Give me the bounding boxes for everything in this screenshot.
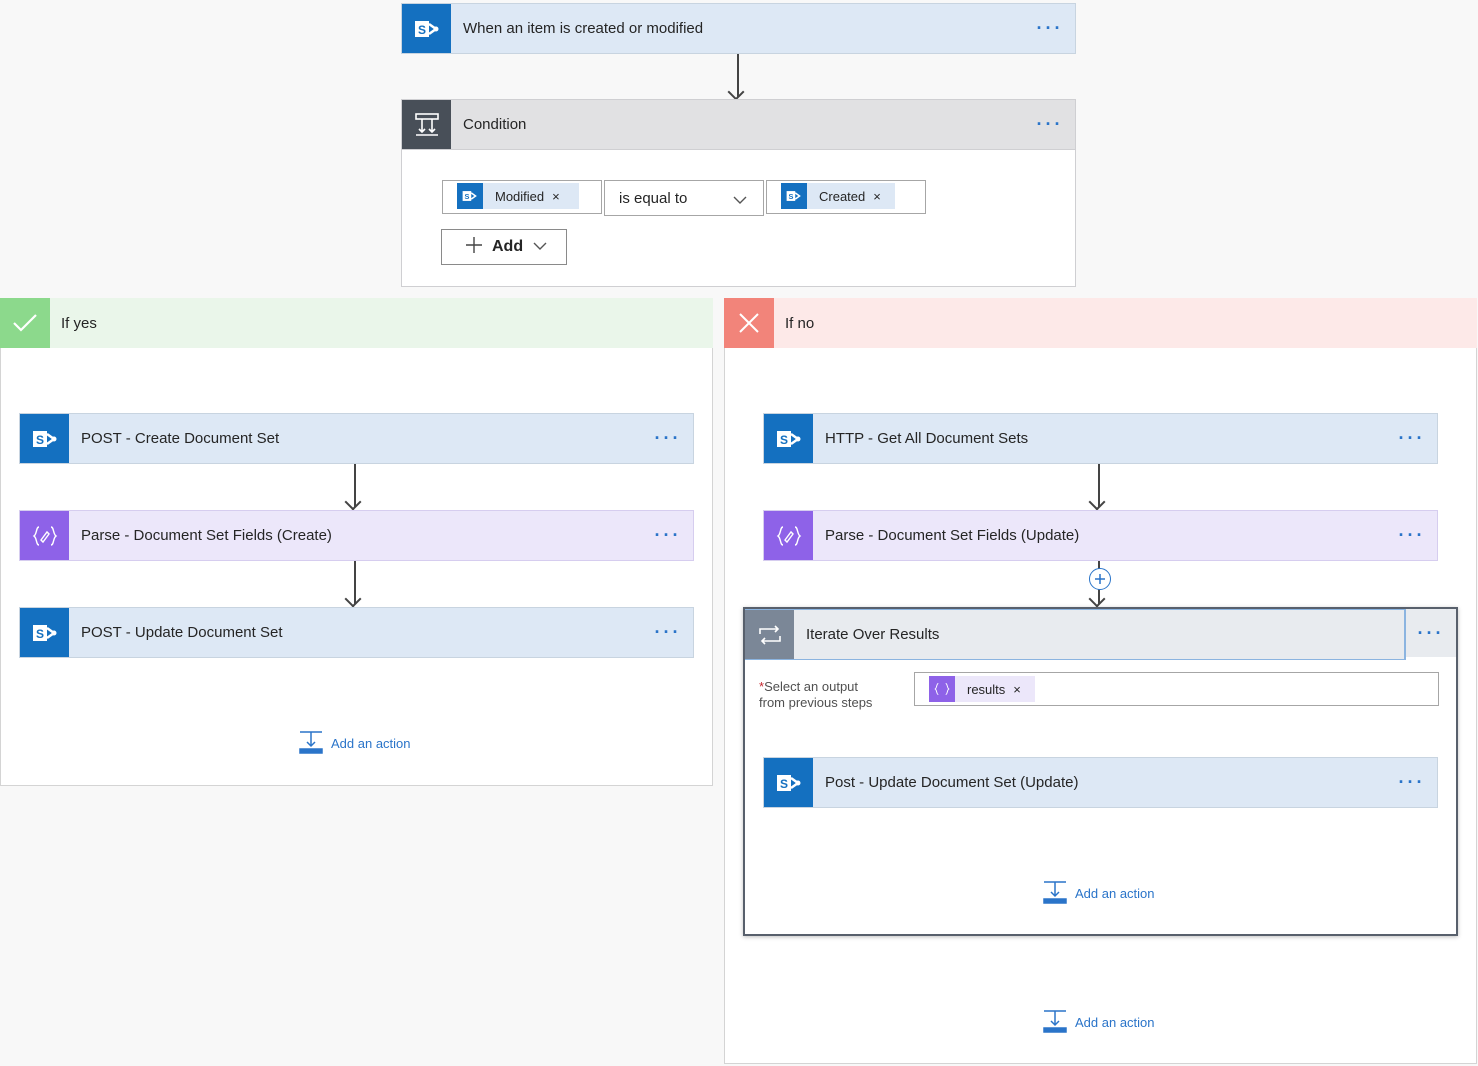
chevron-down-icon [533, 238, 547, 256]
more-options-icon[interactable]: ··· [1387, 525, 1437, 546]
parse-json-icon [929, 676, 955, 702]
more-options-icon[interactable]: ··· [643, 428, 693, 449]
svg-text:S: S [464, 192, 469, 201]
select-output-input[interactable]: results × [914, 672, 1439, 706]
svg-text:S: S [779, 433, 787, 447]
token-label: results [967, 681, 1006, 697]
action-title: Parse - Document Set Fields (Update) [825, 527, 1080, 544]
add-action-icon [1043, 1009, 1067, 1036]
action-title: Parse - Document Set Fields (Create) [81, 527, 332, 544]
condition-icon [402, 100, 451, 149]
add-action-label: Add an action [331, 736, 411, 751]
select-output-label: *Select an output from previous steps [759, 679, 873, 710]
add-action-button[interactable]: Add an action [1043, 1009, 1155, 1036]
add-action-icon [299, 730, 323, 757]
operator-value: is equal to [619, 189, 688, 207]
loop-more-options[interactable]: ··· [1406, 609, 1456, 657]
action-title: HTTP - Get All Document Sets [825, 430, 1029, 447]
flow-arrow [354, 561, 356, 604]
more-options-icon[interactable]: ··· [1025, 114, 1075, 135]
add-condition-button[interactable]: Add [441, 229, 567, 265]
condition-header[interactable]: Condition ··· [401, 99, 1076, 150]
close-icon [724, 298, 774, 348]
action-card[interactable]: Parse - Document Set Fields (Create) ··· [19, 510, 694, 561]
remove-token-icon[interactable]: × [873, 189, 891, 204]
more-options-icon[interactable]: ··· [643, 622, 693, 643]
svg-text:S: S [779, 777, 787, 791]
yes-branch-header[interactable]: If yes [0, 298, 713, 348]
action-card[interactable]: S POST - Create Document Set ··· [19, 413, 694, 464]
parse-json-icon [20, 511, 69, 560]
action-card[interactable]: S POST - Update Document Set ··· [19, 607, 694, 658]
more-options-icon[interactable]: ··· [643, 525, 693, 546]
flow-arrow [1098, 464, 1100, 507]
no-branch-title: If no [785, 314, 815, 332]
flow-arrow [354, 464, 356, 507]
sharepoint-icon: S [20, 608, 69, 657]
loop-title: Iterate Over Results [806, 626, 940, 643]
action-title: POST - Update Document Set [81, 624, 283, 641]
sharepoint-icon: S [20, 414, 69, 463]
checkmark-icon [0, 298, 50, 348]
trigger-title: When an item is created or modified [463, 20, 704, 37]
svg-text:S: S [35, 433, 43, 447]
insert-step-icon[interactable] [1089, 568, 1111, 590]
condition-title: Condition [463, 116, 527, 133]
add-action-button[interactable]: Add an action [1043, 880, 1155, 907]
sharepoint-icon: S [457, 183, 483, 209]
condition-right-operand[interactable]: S Created × [766, 180, 926, 214]
parse-json-icon [764, 511, 813, 560]
loop-icon [745, 610, 794, 659]
sharepoint-icon: S [781, 183, 807, 209]
more-options-icon[interactable]: ··· [1387, 428, 1437, 449]
operator-dropdown[interactable]: is equal to [604, 180, 764, 216]
remove-token-icon[interactable]: × [1013, 682, 1031, 697]
condition-left-operand[interactable]: S Modified × [442, 180, 602, 214]
yes-branch-title: If yes [61, 314, 97, 332]
add-label: Add [492, 238, 524, 255]
trigger-card[interactable]: S When an item is created or modified ··… [401, 3, 1076, 54]
add-action-button[interactable]: Add an action [299, 730, 411, 757]
no-branch-header[interactable]: If no [724, 298, 1477, 348]
add-action-label: Add an action [1075, 886, 1155, 901]
svg-text:S: S [35, 627, 43, 641]
sharepoint-icon: S [764, 414, 813, 463]
token-label: Modified [495, 188, 545, 204]
sharepoint-icon: S [764, 758, 813, 807]
svg-text:S: S [788, 192, 793, 201]
more-options-icon: ··· [1417, 622, 1445, 643]
action-card[interactable]: S Post - Update Document Set (Update) ··… [763, 757, 1438, 808]
action-title: Post - Update Document Set (Update) [825, 774, 1079, 791]
add-action-label: Add an action [1075, 1015, 1155, 1030]
token-label: Created [819, 188, 866, 204]
add-action-icon [1043, 880, 1067, 907]
sharepoint-icon: S [402, 4, 451, 53]
remove-token-icon[interactable]: × [552, 189, 570, 204]
action-card[interactable]: S HTTP - Get All Document Sets ··· [763, 413, 1438, 464]
more-options-icon[interactable]: ··· [1387, 772, 1437, 793]
flow-arrow [737, 54, 739, 97]
plus-icon [464, 235, 484, 260]
action-title: POST - Create Document Set [81, 430, 280, 447]
more-options-icon[interactable]: ··· [1025, 18, 1075, 39]
apply-to-each-header[interactable]: Iterate Over Results [745, 609, 1406, 660]
svg-text:S: S [417, 23, 425, 37]
action-card[interactable]: Parse - Document Set Fields (Update) ··· [763, 510, 1438, 561]
chevron-down-icon [733, 192, 747, 209]
